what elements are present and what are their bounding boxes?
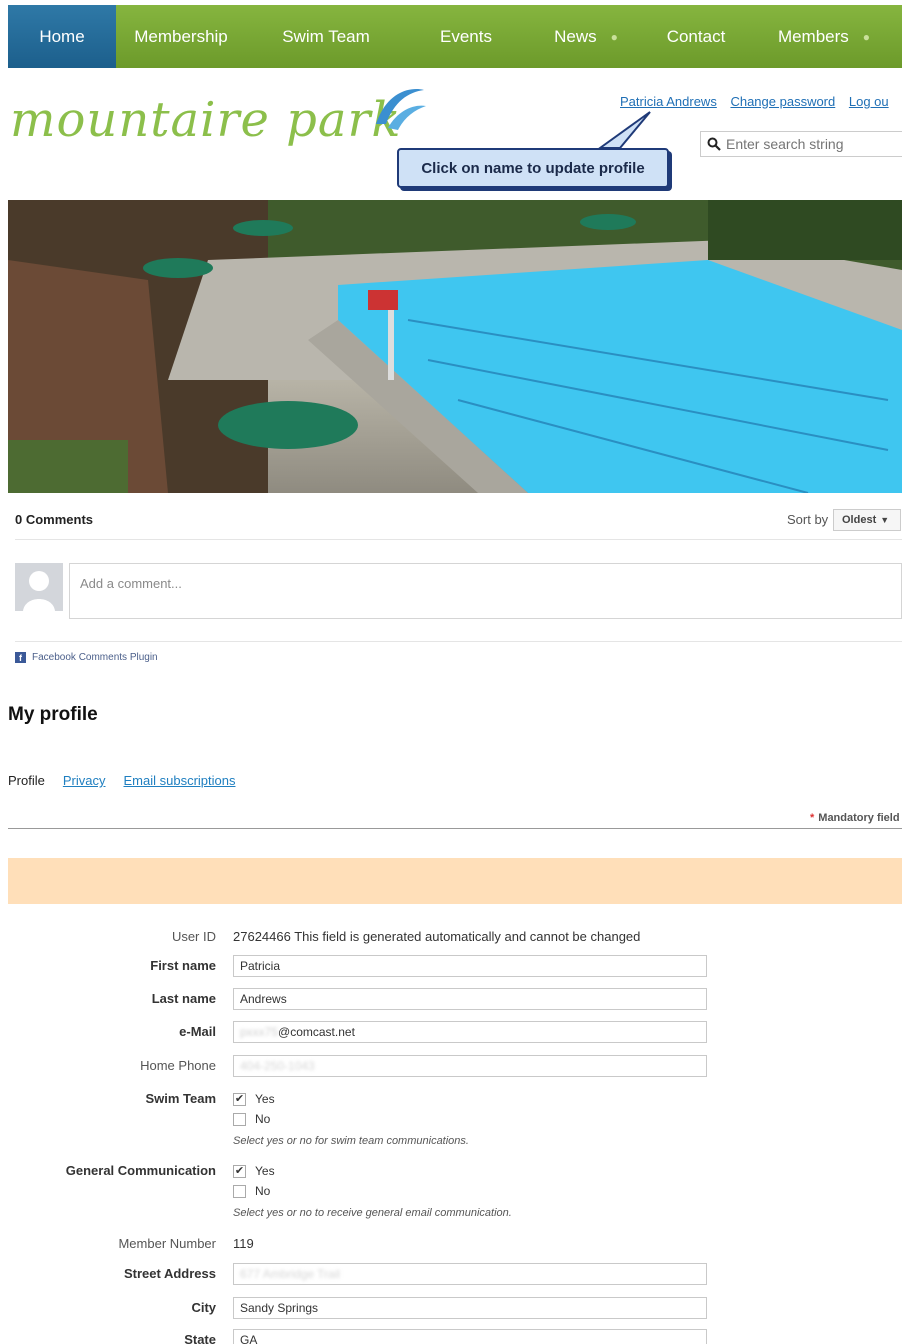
pool-photo-illustration [8, 200, 902, 493]
last-name-field[interactable] [233, 988, 707, 1010]
swim-team-label: Swim Team [145, 1091, 216, 1106]
comments-bottom-divider [15, 641, 902, 642]
search-icon [707, 137, 721, 151]
profile-tabs: Profile Privacy Email subscriptions [8, 773, 235, 788]
email-value: @comcast.net [278, 1025, 355, 1039]
email-label: e-Mail [179, 1024, 216, 1039]
nav-events-label: Events [440, 26, 492, 46]
tab-email-subscriptions[interactable]: Email subscriptions [123, 773, 235, 788]
nav-swim-team[interactable]: Swim Team [246, 5, 406, 68]
state-label: State [184, 1332, 216, 1344]
avatar [15, 563, 63, 611]
tab-profile[interactable]: Profile [8, 773, 45, 788]
email-redacted: pxxx75 [240, 1025, 279, 1039]
sort-by-label: Sort by [787, 512, 829, 527]
site-logo[interactable]: mountaire park [10, 92, 401, 148]
user-id-label: User ID [171, 929, 216, 944]
logout-link[interactable]: Log ou [849, 94, 889, 109]
checkmark-icon: ✔ [233, 1092, 246, 1106]
swim-team-no-label: No [255, 1112, 271, 1126]
swim-team-no-checkbox[interactable]: No [233, 1112, 270, 1126]
mandatory-label: Mandatory field [818, 812, 900, 824]
callout-text: Click on name to update profile [421, 159, 645, 177]
street-address-label: Street Address [124, 1266, 216, 1281]
phone-redacted: 404-250-1043 [240, 1059, 315, 1073]
nav-members[interactable]: Members ● [746, 5, 902, 68]
member-number-label: Member Number [118, 1236, 216, 1251]
home-phone-field[interactable]: 404-250-1043 [233, 1055, 707, 1077]
home-phone-label: Home Phone [140, 1058, 216, 1073]
user-id-value: 27624466 This field is generated automat… [233, 929, 641, 944]
nav-contact-label: Contact [666, 26, 726, 46]
state-field[interactable] [233, 1329, 707, 1344]
user-name-link[interactable]: Patricia Andrews [620, 94, 717, 109]
nav-separator-dot: ● [610, 29, 618, 44]
avatar-silhouette-icon [15, 563, 63, 611]
nav-contact[interactable]: Contact [646, 5, 746, 68]
facebook-plugin-link[interactable]: f Facebook Comments Plugin [15, 652, 158, 663]
last-name-label: Last name [151, 991, 216, 1006]
comment-input[interactable]: Add a comment... [69, 563, 902, 619]
nav-news-label: News [554, 26, 597, 46]
email-field[interactable]: pxxx75@comcast.net [233, 1021, 707, 1043]
member-number-value: 119 [233, 1236, 254, 1251]
comments-count: 0 Comments [15, 512, 94, 527]
tab-privacy[interactable]: Privacy [63, 773, 106, 788]
search-box [700, 131, 902, 157]
sort-select[interactable]: Oldest ▼ [833, 509, 901, 531]
nav-membership-label: Membership [134, 26, 228, 46]
hero-pool-image [8, 200, 902, 493]
first-name-field[interactable] [233, 955, 707, 977]
user-links: Patricia Andrews Change password Log ou [620, 94, 899, 109]
profile-banner [8, 858, 902, 904]
nav-membership[interactable]: Membership [116, 5, 246, 68]
comment-placeholder: Add a comment... [80, 576, 182, 591]
general-comm-yes-checkbox[interactable]: ✔ Yes [233, 1164, 275, 1178]
nav-home-label: Home [39, 26, 85, 46]
swim-team-yes-checkbox[interactable]: ✔ Yes [233, 1092, 275, 1106]
comments-divider [15, 539, 902, 540]
callout-arrow-icon [596, 111, 651, 149]
nav-separator-dot: ● [862, 29, 871, 44]
general-comm-no-label: No [255, 1184, 271, 1198]
swim-team-hint: Select yes or no for swim team communica… [233, 1135, 469, 1147]
empty-checkbox-icon [233, 1112, 246, 1126]
nav-swim-team-label: Swim Team [282, 26, 370, 46]
general-comm-label: General Communication [65, 1163, 216, 1178]
nav-members-label: Members [777, 26, 849, 46]
street-redacted: 677 Ambridge Trail [240, 1267, 341, 1281]
checkmark-icon: ✔ [233, 1164, 246, 1178]
empty-checkbox-icon [233, 1184, 246, 1198]
search-input[interactable] [726, 136, 896, 152]
chevron-down-icon: ▼ [880, 515, 890, 525]
change-password-link[interactable]: Change password [730, 94, 835, 109]
main-nav: Home Membership Swim Team Events News ● C… [8, 5, 902, 68]
nav-news[interactable]: News ● [526, 5, 646, 68]
logo-swoosh-icon [376, 89, 426, 130]
general-comm-hint: Select yes or no to receive general emai… [233, 1207, 512, 1219]
facebook-icon: f [15, 652, 26, 663]
profile-divider [8, 828, 902, 829]
street-address-field[interactable]: 677 Ambridge Trail [233, 1263, 707, 1285]
profile-callout: Click on name to update profile [397, 148, 669, 188]
nav-home[interactable]: Home [8, 5, 116, 68]
first-name-label: First name [150, 958, 216, 973]
nav-events[interactable]: Events [406, 5, 526, 68]
mandatory-field-note: * Mandatory field [810, 812, 900, 824]
city-label: City [191, 1300, 216, 1315]
city-field[interactable] [233, 1297, 707, 1319]
general-comm-no-checkbox[interactable]: No [233, 1184, 270, 1198]
general-comm-yes-label: Yes [255, 1164, 275, 1178]
required-star-icon: * [810, 812, 815, 824]
facebook-plugin-label: Facebook Comments Plugin [32, 652, 158, 663]
page-title: My profile [8, 704, 98, 725]
swim-team-yes-label: Yes [255, 1092, 275, 1106]
sort-select-value: Oldest [842, 514, 877, 526]
